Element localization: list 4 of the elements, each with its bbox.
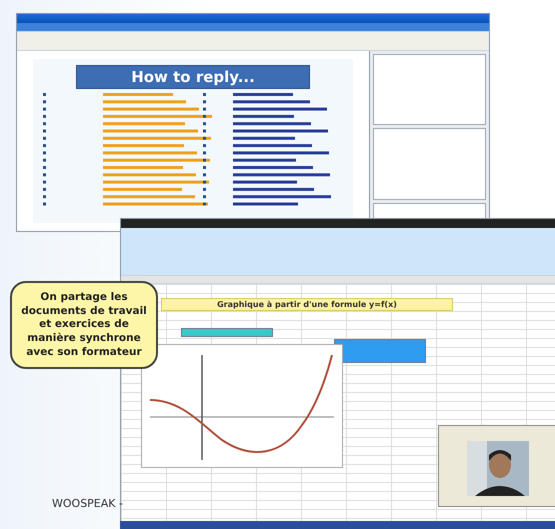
- sheet-title: Graphique à partir d'une formule y=f(x): [161, 298, 453, 311]
- slide-title: How to reply...: [76, 65, 310, 89]
- brand-text: WOOSPEAK -: [52, 497, 123, 510]
- speech-bubble: On partage les documents de travail et exercices de manière synchrone avec son formateur: [10, 281, 158, 370]
